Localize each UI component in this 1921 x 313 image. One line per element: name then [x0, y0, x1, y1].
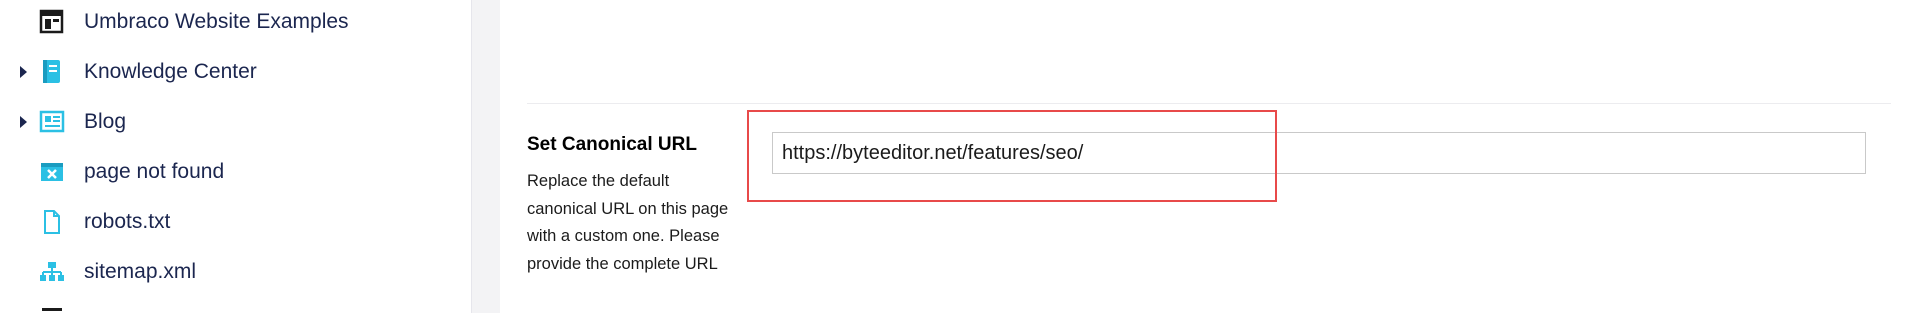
newspaper-icon: [38, 109, 66, 135]
tree-item-label: Blog: [84, 110, 127, 133]
document-icon: [38, 209, 66, 235]
property-label: Set Canonical URL: [527, 134, 697, 155]
tree-item-knowledge-center[interactable]: Knowledge Center: [0, 47, 471, 97]
tree-item-partial-icon: [42, 308, 62, 311]
tree-item-label: Knowledge Center: [84, 60, 257, 83]
broken-window-icon: [38, 159, 66, 185]
property-panel: Set Canonical URL Replace the default ca…: [500, 0, 1921, 313]
tree-item-label: Umbraco Website Examples: [84, 10, 349, 33]
tree-item-blog[interactable]: Blog: [0, 97, 471, 147]
content-tree: Umbraco Website Examples Knowledge Cente…: [0, 0, 472, 313]
tree-item-umbraco-website-examples[interactable]: Umbraco Website Examples: [0, 0, 471, 47]
sitemap-icon: [38, 259, 66, 285]
expand-caret-icon[interactable]: [20, 116, 27, 128]
property-divider: [527, 103, 1891, 104]
tree-item-sitemap-xml[interactable]: sitemap.xml: [0, 247, 471, 297]
tree-item-label: page not found: [84, 160, 225, 183]
tree-item-label: robots.txt: [84, 210, 171, 233]
layout-icon: [38, 9, 66, 35]
tree-item-robots-txt[interactable]: robots.txt: [0, 197, 471, 247]
book-icon: [38, 59, 66, 85]
editor-area: Set Canonical URL Replace the default ca…: [472, 0, 1921, 313]
expand-caret-icon[interactable]: [20, 66, 27, 78]
tree-item-page-not-found[interactable]: page not found: [0, 147, 471, 197]
property-description: Replace the default canonical URL on thi…: [527, 172, 729, 273]
tree-item-label: sitemap.xml: [84, 260, 197, 283]
canonical-url-input[interactable]: [772, 132, 1866, 174]
